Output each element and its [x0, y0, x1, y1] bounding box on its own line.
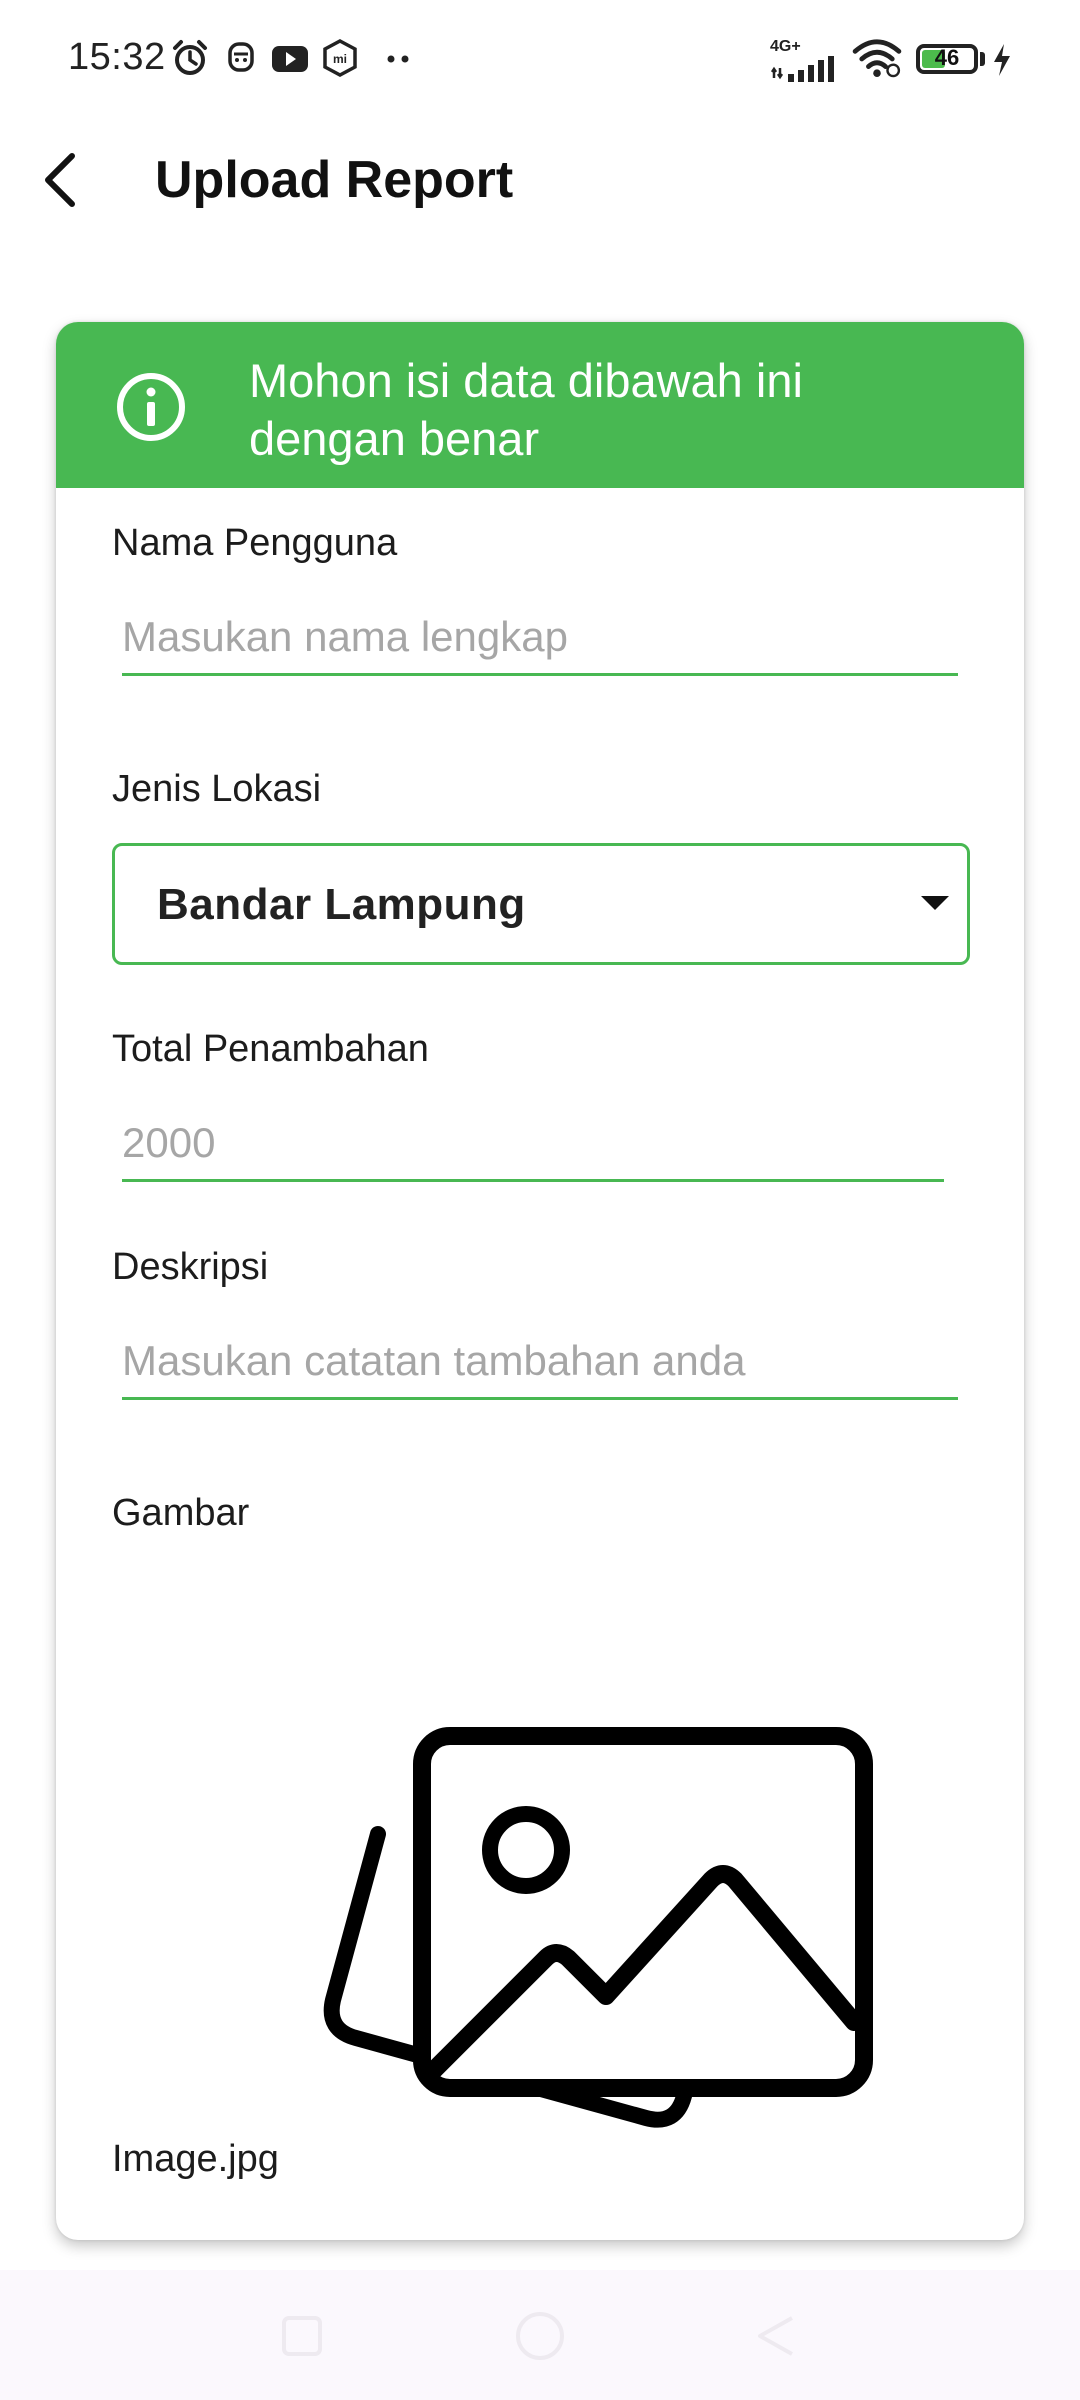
total-input[interactable] — [122, 1118, 944, 1182]
youtube-icon — [272, 46, 308, 72]
battery-tip — [980, 52, 985, 66]
system-navigation-bar — [0, 2270, 1080, 2400]
banner-message: Mohon isi data dibawah ini dengan benar — [249, 354, 803, 465]
wifi-icon — [852, 39, 902, 78]
name-input[interactable] — [122, 612, 958, 676]
battery-icon: 46 — [916, 44, 978, 74]
alarm-icon — [173, 40, 207, 75]
name-label: Nama Pengguna — [112, 522, 398, 564]
total-label: Total Penambahan — [112, 1028, 429, 1070]
more-dots-icon — [387, 55, 409, 63]
image-gallery-icon[interactable] — [256, 1602, 896, 2182]
image-filename: Image.jpg — [112, 2138, 279, 2180]
charging-icon — [994, 44, 1010, 76]
notification-app-icon — [228, 42, 254, 72]
home-circle-icon[interactable] — [514, 2310, 566, 2362]
mi-icon: mi — [323, 39, 357, 77]
page-title: Upload Report — [155, 151, 514, 209]
info-icon — [117, 373, 185, 441]
battery-percent: 46 — [934, 45, 960, 70]
status-bar: 15:32 mi 4G+ 46 — [0, 0, 1080, 120]
app-bar: Upload Report — [0, 120, 1080, 240]
location-selected-value: Bandar Lampung — [157, 880, 526, 929]
location-dropdown[interactable]: Bandar Lampung — [112, 843, 970, 965]
description-label: Deskripsi — [112, 1246, 269, 1288]
upload-form-card: Mohon isi data dibawah ini dengan benar … — [56, 322, 1024, 2240]
status-time: 15:32 — [68, 36, 166, 78]
image-label: Gambar — [112, 1492, 250, 1534]
back-triangle-icon[interactable] — [752, 2312, 800, 2360]
recents-square-icon[interactable] — [280, 2314, 324, 2358]
svg-text:mi: mi — [333, 52, 347, 66]
signal-icon — [770, 56, 834, 82]
description-input[interactable] — [122, 1336, 958, 1400]
arrow-back-icon[interactable] — [30, 148, 94, 212]
location-label: Jenis Lokasi — [112, 768, 322, 810]
info-banner: Mohon isi data dibawah ini dengan benar — [56, 322, 1024, 488]
dropdown-arrow-icon — [921, 896, 949, 910]
